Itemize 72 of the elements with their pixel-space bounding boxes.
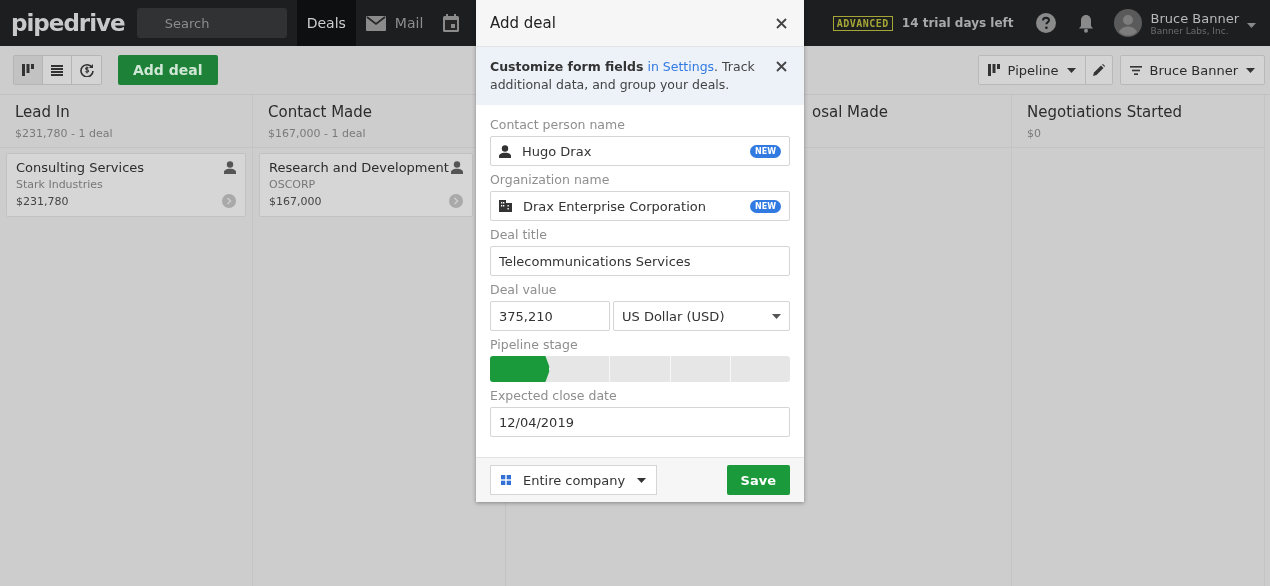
close-icon bbox=[776, 17, 787, 29]
search-field[interactable]: Search bbox=[136, 8, 287, 38]
caret-icon bbox=[1246, 67, 1255, 73]
kanban-icon bbox=[987, 64, 1000, 76]
stage-summary: $0 bbox=[1027, 127, 1042, 140]
stage-summary: $231,780 - 1 deal bbox=[15, 127, 114, 140]
field-label: Contact person name bbox=[490, 117, 626, 132]
pencil-icon bbox=[1092, 64, 1105, 76]
new-badge: NEW bbox=[750, 199, 781, 213]
dialog-title: Add deal bbox=[490, 14, 556, 32]
organization-field[interactable]: Drax Enterprise Corporation NEW bbox=[490, 191, 790, 221]
deal-title: Research and Development bbox=[269, 160, 449, 175]
close-icon bbox=[776, 61, 787, 72]
person-icon bbox=[224, 161, 236, 174]
stage-selector[interactable] bbox=[490, 356, 790, 382]
text-field[interactable]: Telecommunications Services bbox=[490, 246, 790, 276]
avatar-icon[interactable] bbox=[1113, 9, 1142, 37]
field-label: Deal title bbox=[490, 227, 548, 242]
amount-field[interactable]: 375,210 bbox=[490, 301, 610, 331]
calendar-icon bbox=[443, 14, 460, 32]
new-badge: NEW bbox=[750, 144, 781, 158]
envelope-icon bbox=[365, 15, 386, 31]
filter-menu[interactable]: Bruce Banner bbox=[1120, 56, 1264, 84]
deal-title: Consulting Services bbox=[16, 160, 145, 175]
caret-icon bbox=[1247, 22, 1256, 28]
grid-icon bbox=[501, 475, 511, 485]
stage-title: Negotiations Started bbox=[1027, 103, 1184, 121]
filter-icon bbox=[1129, 65, 1142, 75]
text-field[interactable]: 12/04/2019 bbox=[490, 407, 790, 437]
field-label: Organization name bbox=[490, 172, 611, 187]
list-icon bbox=[51, 64, 63, 76]
caret-icon bbox=[772, 313, 781, 319]
kanban-icon bbox=[22, 64, 34, 76]
bell-icon[interactable] bbox=[1077, 13, 1094, 33]
person-icon bbox=[451, 161, 463, 174]
plan-badge: ADVANCED bbox=[832, 15, 893, 31]
currency-select[interactable]: US Dollar (USD) bbox=[613, 301, 790, 331]
deal-value: $231,780 bbox=[16, 194, 69, 208]
company-name: Banner Labs, Inc. bbox=[1150, 25, 1230, 36]
save-button[interactable]: Save bbox=[726, 465, 790, 495]
stage-title: osal Made bbox=[812, 103, 889, 121]
organization-name: OSCORP bbox=[269, 178, 317, 191]
deal-card[interactable]: Consulting Services Stark Industries $231,780 bbox=[6, 153, 246, 217]
status-icon bbox=[449, 194, 463, 208]
person-icon bbox=[499, 144, 511, 158]
view-toggle[interactable] bbox=[72, 56, 101, 84]
caret-icon bbox=[1066, 67, 1076, 73]
field-label: Deal value bbox=[490, 282, 558, 297]
add-deal-button[interactable]: Add deal bbox=[118, 55, 218, 85]
view-toggle[interactable] bbox=[43, 56, 72, 84]
view-toggle[interactable] bbox=[14, 56, 43, 84]
stage-summary: $167,000 - 1 deal bbox=[268, 127, 367, 140]
refresh-dollar-icon bbox=[79, 63, 94, 77]
help-icon[interactable] bbox=[1035, 13, 1056, 33]
nav-tab[interactable]: Mail bbox=[355, 0, 434, 46]
building-icon bbox=[499, 200, 512, 212]
logo: pipedrive bbox=[11, 10, 125, 36]
contact-field[interactable]: Hugo Drax NEW bbox=[490, 136, 790, 166]
user-name: Bruce Banner bbox=[1150, 10, 1239, 26]
settings-notice: Customize form fields in Settings. Track additional data, and group your deals. bbox=[490, 58, 756, 94]
nav-tab[interactable]: Deals bbox=[296, 0, 356, 46]
stage-title: Contact Made bbox=[268, 103, 373, 121]
stage-title: Lead In bbox=[15, 103, 71, 121]
trial-text: 14 trial days left bbox=[901, 16, 1014, 30]
deal-value: $167,000 bbox=[269, 194, 322, 208]
field-label: Pipeline stage bbox=[490, 337, 579, 352]
field-label: Expected close date bbox=[490, 388, 618, 403]
status-icon bbox=[222, 194, 236, 208]
visibility-menu[interactable]: Entire company bbox=[490, 465, 658, 495]
deal-card[interactable]: Research and Development OSCORP $167,000 bbox=[259, 153, 473, 217]
caret-icon bbox=[637, 477, 647, 483]
organization-name: Stark Industries bbox=[16, 178, 104, 191]
